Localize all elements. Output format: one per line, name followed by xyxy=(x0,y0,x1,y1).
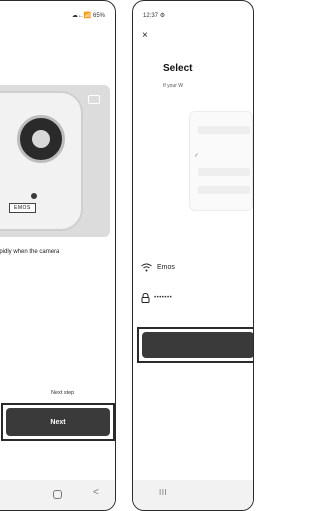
camera-lens xyxy=(17,115,65,163)
next-button[interactable]: Next xyxy=(6,408,110,436)
wifi-icon xyxy=(141,263,152,272)
camera-body: EMOS xyxy=(0,91,83,231)
left-phone-screen: ☁←📶 65% e EMOS 1 2 3 n rapidly when the … xyxy=(0,0,116,511)
check-icon: ✓ xyxy=(194,153,200,159)
recents-icon[interactable]: III xyxy=(159,488,167,497)
clock-text: 12:37 xyxy=(143,13,159,19)
home-icon[interactable] xyxy=(53,490,62,499)
wifi-network-field[interactable]: Emos xyxy=(141,263,175,272)
confirm-button[interactable] xyxy=(142,332,253,358)
password-field[interactable]: ••••••• xyxy=(141,293,172,303)
camera-brand-label: EMOS xyxy=(9,203,36,213)
status-time: 12:37 ⚙ xyxy=(143,12,165,19)
system-navigation-bar: < xyxy=(0,480,115,510)
status-bar-icons: ☁←📶 65% xyxy=(71,13,105,19)
next-button-highlight: Next xyxy=(1,403,115,441)
settings-icon: ⚙ xyxy=(159,13,166,19)
confirm-button-highlight xyxy=(137,327,253,363)
right-phone-screen: 12:37 ⚙ × Select If your W ✓ Emos ••••••… xyxy=(132,0,254,511)
camera-led-dot xyxy=(31,193,37,199)
camera-lens-glass xyxy=(32,130,50,148)
page-title: Select xyxy=(163,63,193,74)
illustration-bar xyxy=(198,186,250,194)
instruction-text: n rapidly when the camera xyxy=(0,249,60,255)
back-nav-icon[interactable]: < xyxy=(93,487,99,499)
password-value: ••••••• xyxy=(154,295,173,301)
router-illustration: ✓ xyxy=(189,111,253,211)
system-navigation-bar: III xyxy=(133,480,253,510)
hint-text: If your W xyxy=(163,83,184,89)
video-icon xyxy=(88,95,100,104)
illustration-bar xyxy=(198,126,250,134)
wifi-name: Emos xyxy=(157,264,175,271)
close-icon[interactable]: × xyxy=(142,31,148,41)
lock-icon xyxy=(141,293,150,303)
camera-illustration: EMOS 1 2 3 xyxy=(0,85,110,237)
illustration-bar xyxy=(198,168,250,176)
next-step-label: Next step xyxy=(51,390,75,396)
